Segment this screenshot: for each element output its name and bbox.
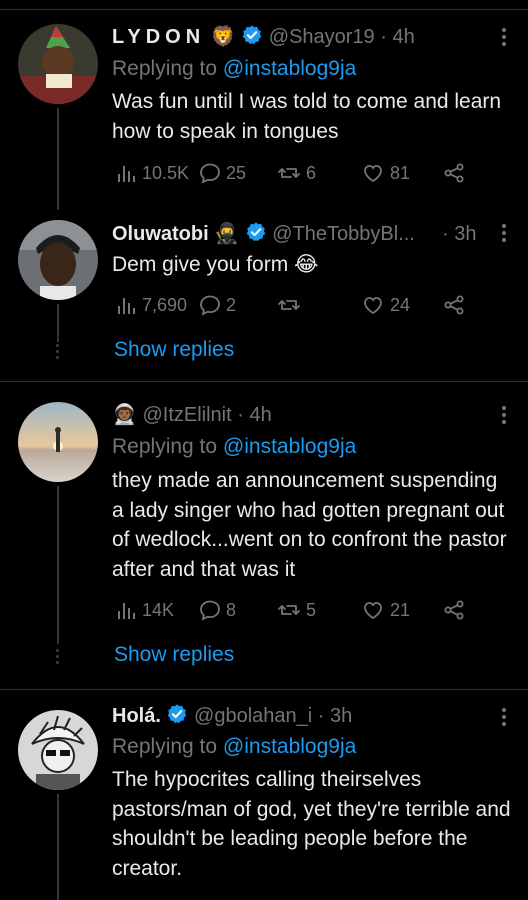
avatar[interactable] (18, 220, 98, 300)
reply-button[interactable]: 8 (198, 596, 236, 624)
like-count: 24 (390, 294, 411, 315)
retweet-count: 5 (306, 599, 317, 620)
more-icon[interactable] (502, 28, 508, 49)
retweet-button[interactable]: 6 (276, 159, 316, 187)
share-icon (442, 161, 466, 185)
replying-to: Replying to @instablog9ja (112, 733, 356, 761)
reply-button[interactable]: 2 (198, 291, 236, 319)
display-name[interactable]: LYDON (112, 26, 205, 48)
retweet-icon (276, 293, 302, 317)
reply-count: 25 (226, 162, 247, 183)
tweet-text: Was fun until I was told to come and lea… (112, 90, 502, 143)
reply-count: 8 (226, 599, 237, 620)
replying-label: Replying to (112, 735, 218, 758)
views-button[interactable]: 10.5K (114, 159, 189, 187)
views-count: 7,690 (142, 294, 188, 315)
reply-icon (198, 161, 222, 185)
like-count: 21 (390, 599, 411, 620)
like-button[interactable]: 24 (360, 291, 410, 319)
avatar[interactable] (18, 710, 98, 790)
verified-badge-icon (245, 221, 267, 243)
avatar[interactable] (18, 24, 98, 104)
reply-button[interactable]: 25 (198, 159, 246, 187)
thread-dots (55, 649, 61, 667)
views-count: 10.5K (142, 162, 190, 183)
tweet-lydon[interactable]: LYDON 🦁 @Shayor19 · 4h Replying to @inst… (0, 0, 528, 210)
like-icon (360, 598, 386, 622)
more-icon[interactable] (502, 224, 508, 245)
reply-icon (198, 293, 222, 317)
timestamp[interactable]: · 4h (380, 26, 414, 48)
views-count: 14K (142, 599, 175, 620)
more-icon[interactable] (502, 708, 508, 729)
replying-to: Replying to @instablog9ja (112, 55, 356, 83)
replying-to-handle[interactable]: @instablog9ja (223, 735, 356, 758)
handle[interactable]: @Shayor19 (269, 26, 375, 48)
verified-badge-icon (166, 703, 188, 725)
replying-label: Replying to (112, 435, 218, 458)
share-button[interactable] (442, 159, 466, 187)
tweet-header: 👨🏾‍🚀 @ItzElilnit · 4h (112, 401, 272, 429)
like-count: 81 (390, 162, 411, 183)
share-button[interactable] (442, 596, 466, 624)
like-icon (360, 161, 386, 185)
like-icon (360, 293, 386, 317)
name-emoji[interactable]: 👨🏾‍🚀 (112, 404, 137, 426)
tweet-header: Oluwatobi 🥷 @TheTobbyBl... · 3h (112, 220, 492, 248)
tweet-text: they made an announcement suspending a l… (112, 469, 507, 581)
replying-to-handle[interactable]: @instablog9ja (223, 435, 356, 458)
retweet-button[interactable]: 5 (276, 596, 316, 624)
tweet-itzelilnit[interactable]: 👨🏾‍🚀 @ItzElilnit · 4h Replying to @insta… (0, 382, 528, 690)
avatar[interactable] (18, 402, 98, 482)
retweet-icon (276, 161, 302, 185)
thread-line (57, 486, 59, 644)
display-name[interactable]: Holá. (112, 705, 161, 727)
views-icon (114, 293, 138, 317)
thread-dots (55, 344, 61, 362)
views-button[interactable]: 7,690 (114, 291, 187, 319)
display-name[interactable]: Oluwatobi (112, 223, 209, 245)
timestamp[interactable]: · 3h (318, 705, 352, 727)
handle[interactable]: @gbolahan_i (194, 705, 312, 727)
replying-to-handle[interactable]: @instablog9ja (223, 57, 356, 80)
verified-badge-icon (241, 24, 263, 46)
show-replies-link[interactable]: Show replies (114, 338, 234, 362)
name-emoji: 🥷 (214, 223, 240, 245)
thread-line (57, 304, 59, 342)
share-icon (442, 598, 466, 622)
views-button[interactable]: 14K (114, 596, 174, 624)
thread-line (57, 794, 59, 900)
views-icon (114, 161, 138, 185)
retweet-icon (276, 598, 302, 622)
handle[interactable]: @TheTobbyBl... (272, 223, 415, 245)
action-bar: 10.5K 25 6 81 (112, 159, 472, 187)
timestamp[interactable]: · 4h (237, 404, 271, 426)
tweet-header: Holá. @gbolahan_i · 3h (112, 702, 352, 730)
action-bar: 7,690 2 24 (112, 291, 472, 319)
more-icon[interactable] (502, 406, 508, 427)
like-button[interactable]: 81 (360, 159, 410, 187)
reply-count: 2 (226, 294, 237, 315)
share-icon (442, 293, 466, 317)
tweet-header: LYDON 🦁 @Shayor19 · 4h (112, 23, 415, 51)
reply-icon (198, 598, 222, 622)
share-button[interactable] (442, 291, 466, 319)
timestamp[interactable]: · 3h (442, 220, 476, 248)
handle[interactable]: @ItzElilnit (142, 404, 231, 426)
tweet-text: Dem give you form 😂 (112, 253, 319, 276)
show-replies-link[interactable]: Show replies (114, 643, 234, 667)
tweet-hola[interactable]: Holá. @gbolahan_i · 3h Replying to @inst… (0, 690, 528, 900)
tweet-oluwatobi[interactable]: Oluwatobi 🥷 @TheTobbyBl... · 3h Dem give… (0, 210, 528, 382)
replying-to: Replying to @instablog9ja (112, 433, 356, 461)
retweet-count: 6 (306, 162, 317, 183)
retweet-button[interactable] (276, 291, 306, 319)
replying-label: Replying to (112, 57, 218, 80)
name-emoji: 🦁 (210, 26, 236, 48)
views-icon (114, 598, 138, 622)
action-bar: 14K 8 5 21 (112, 596, 472, 624)
thread-line (57, 108, 59, 210)
like-button[interactable]: 21 (360, 596, 410, 624)
tweet-text: The hypocrites calling theirselves pasto… (112, 768, 511, 880)
